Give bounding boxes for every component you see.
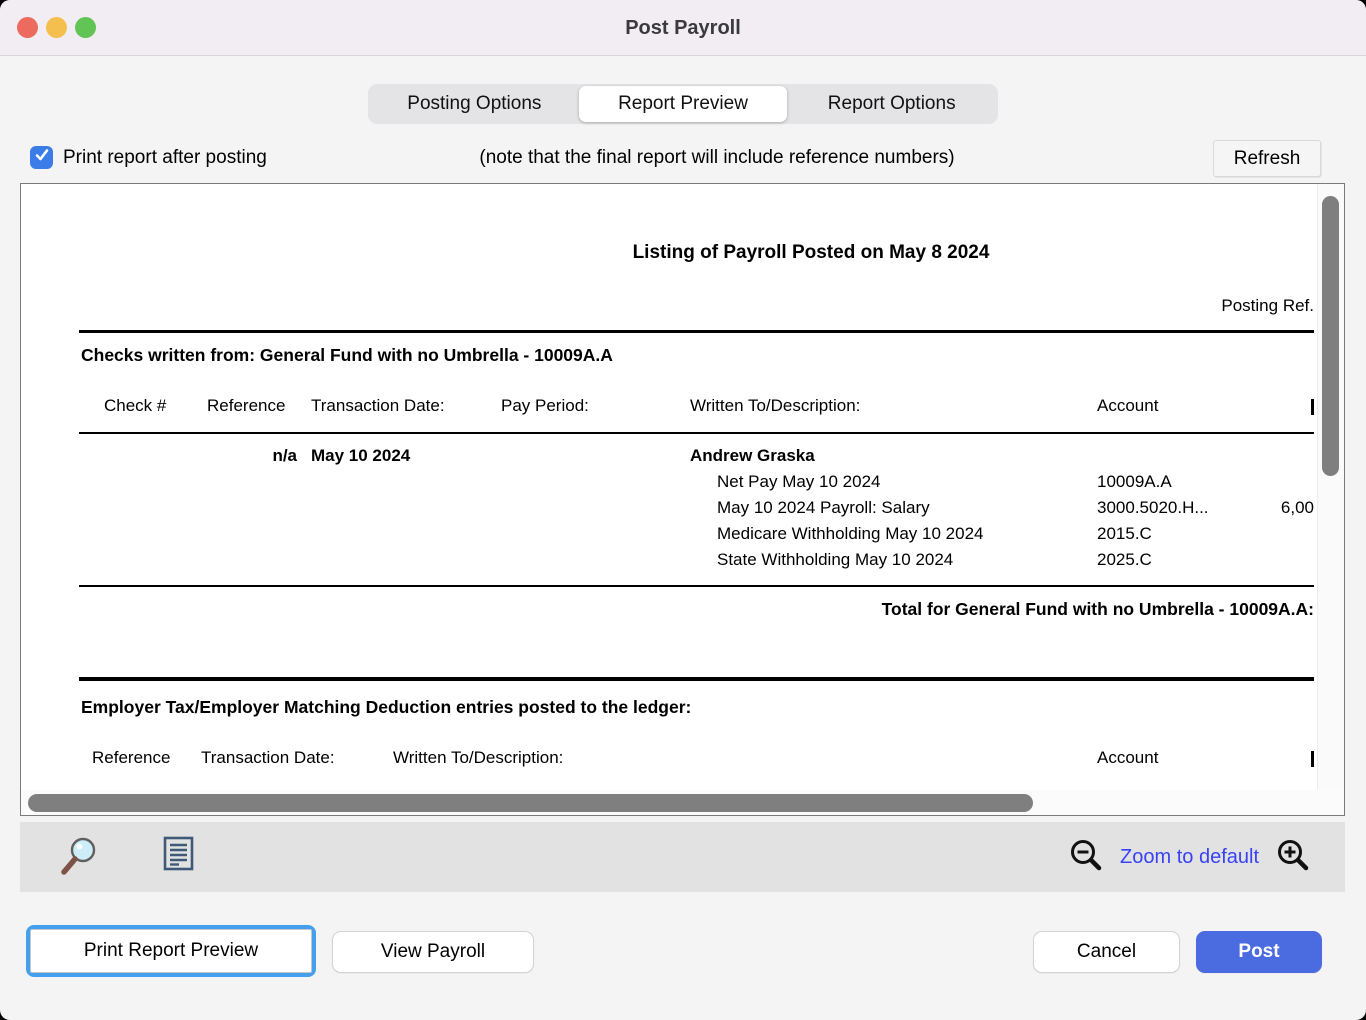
divider <box>79 330 1314 333</box>
line-description: Net Pay May 10 2024 <box>717 472 880 492</box>
column-header-account-2: Account <box>1097 748 1158 768</box>
cancel-button[interactable]: Cancel <box>1033 931 1180 973</box>
post-button[interactable]: Post <box>1196 931 1322 973</box>
zoom-to-default-link[interactable]: Zoom to default <box>1120 846 1259 869</box>
line-description: Medicare Withholding May 10 2024 <box>717 524 983 544</box>
posting-ref-column-label: Posting Ref. <box>1114 296 1314 316</box>
zoom-out-icon[interactable] <box>1068 838 1104 877</box>
section1-total-label: Total for General Fund with no Umbrella … <box>614 599 1314 620</box>
report-title: Listing of Payroll Posted on May 8 2024 <box>411 242 1211 264</box>
vertical-scrollbar-thumb[interactable] <box>1322 196 1339 476</box>
horizontal-scrollbar-thumb[interactable] <box>28 794 1033 812</box>
column-header-reference: Reference <box>207 396 285 416</box>
clipped-column-text <box>1311 399 1314 415</box>
checkmark-icon <box>34 147 50 168</box>
view-payroll-button[interactable]: View Payroll <box>332 931 534 973</box>
section1-heading: Checks written from: General Fund with n… <box>81 345 613 366</box>
report-document-icon[interactable] <box>162 836 196 875</box>
print-report-preview-focus-ring: Print Report Preview <box>26 925 316 977</box>
column-header-pay-period: Pay Period: <box>501 396 589 416</box>
tab-posting-options[interactable]: Posting Options <box>370 86 579 122</box>
post-payroll-dialog: Post Payroll Posting Options Report Prev… <box>0 0 1366 1020</box>
column-header-written-to-2: Written To/Description: <box>393 748 563 768</box>
line-account: 10009A.A <box>1097 472 1172 492</box>
divider <box>79 432 1314 434</box>
column-header-transaction-date: Transaction Date: <box>311 396 445 416</box>
divider <box>79 585 1314 587</box>
column-header-transaction-date-2: Transaction Date: <box>201 748 335 768</box>
section2-heading: Employer Tax/Employer Matching Deduction… <box>81 697 691 718</box>
column-header-check: Check # <box>104 396 166 416</box>
zoom-in-icon[interactable] <box>1275 838 1311 877</box>
divider <box>79 677 1314 681</box>
magnifier-tool-icon[interactable] <box>56 834 102 883</box>
tab-report-options[interactable]: Report Options <box>787 86 996 122</box>
line-account: 2025.C <box>1097 550 1152 570</box>
print-report-preview-button[interactable]: Print Report Preview <box>30 929 312 973</box>
row-transaction-date: May 10 2024 <box>311 446 410 466</box>
print-report-checkbox-label: Print report after posting <box>63 146 267 169</box>
window-title: Post Payroll <box>0 0 1366 56</box>
report-preview-pane: Listing of Payroll Posted on May 8 2024 … <box>20 183 1345 816</box>
row-reference: n/a <box>201 446 297 466</box>
line-description: State Withholding May 10 2024 <box>717 550 953 570</box>
column-header-written-to: Written To/Description: <box>690 396 860 416</box>
line-description: May 10 2024 Payroll: Salary <box>717 498 930 518</box>
row-payee-name: Andrew Graska <box>690 446 815 466</box>
line-account: 2015.C <box>1097 524 1152 544</box>
column-header-reference-2: Reference <box>92 748 170 768</box>
title-bar: Post Payroll <box>0 0 1366 56</box>
tab-report-preview[interactable]: Report Preview <box>579 86 788 122</box>
reference-numbers-note: (note that the final report will include… <box>297 147 1137 169</box>
line-amount: 6,00 <box>1161 498 1314 518</box>
refresh-button[interactable]: Refresh <box>1213 140 1321 177</box>
print-report-checkbox[interactable] <box>30 146 53 169</box>
tab-bar: Posting Options Report Preview Report Op… <box>368 84 998 124</box>
clipped-column-text <box>1311 751 1314 767</box>
column-header-account: Account <box>1097 396 1158 416</box>
preview-toolbar: Zoom to default <box>20 822 1345 892</box>
